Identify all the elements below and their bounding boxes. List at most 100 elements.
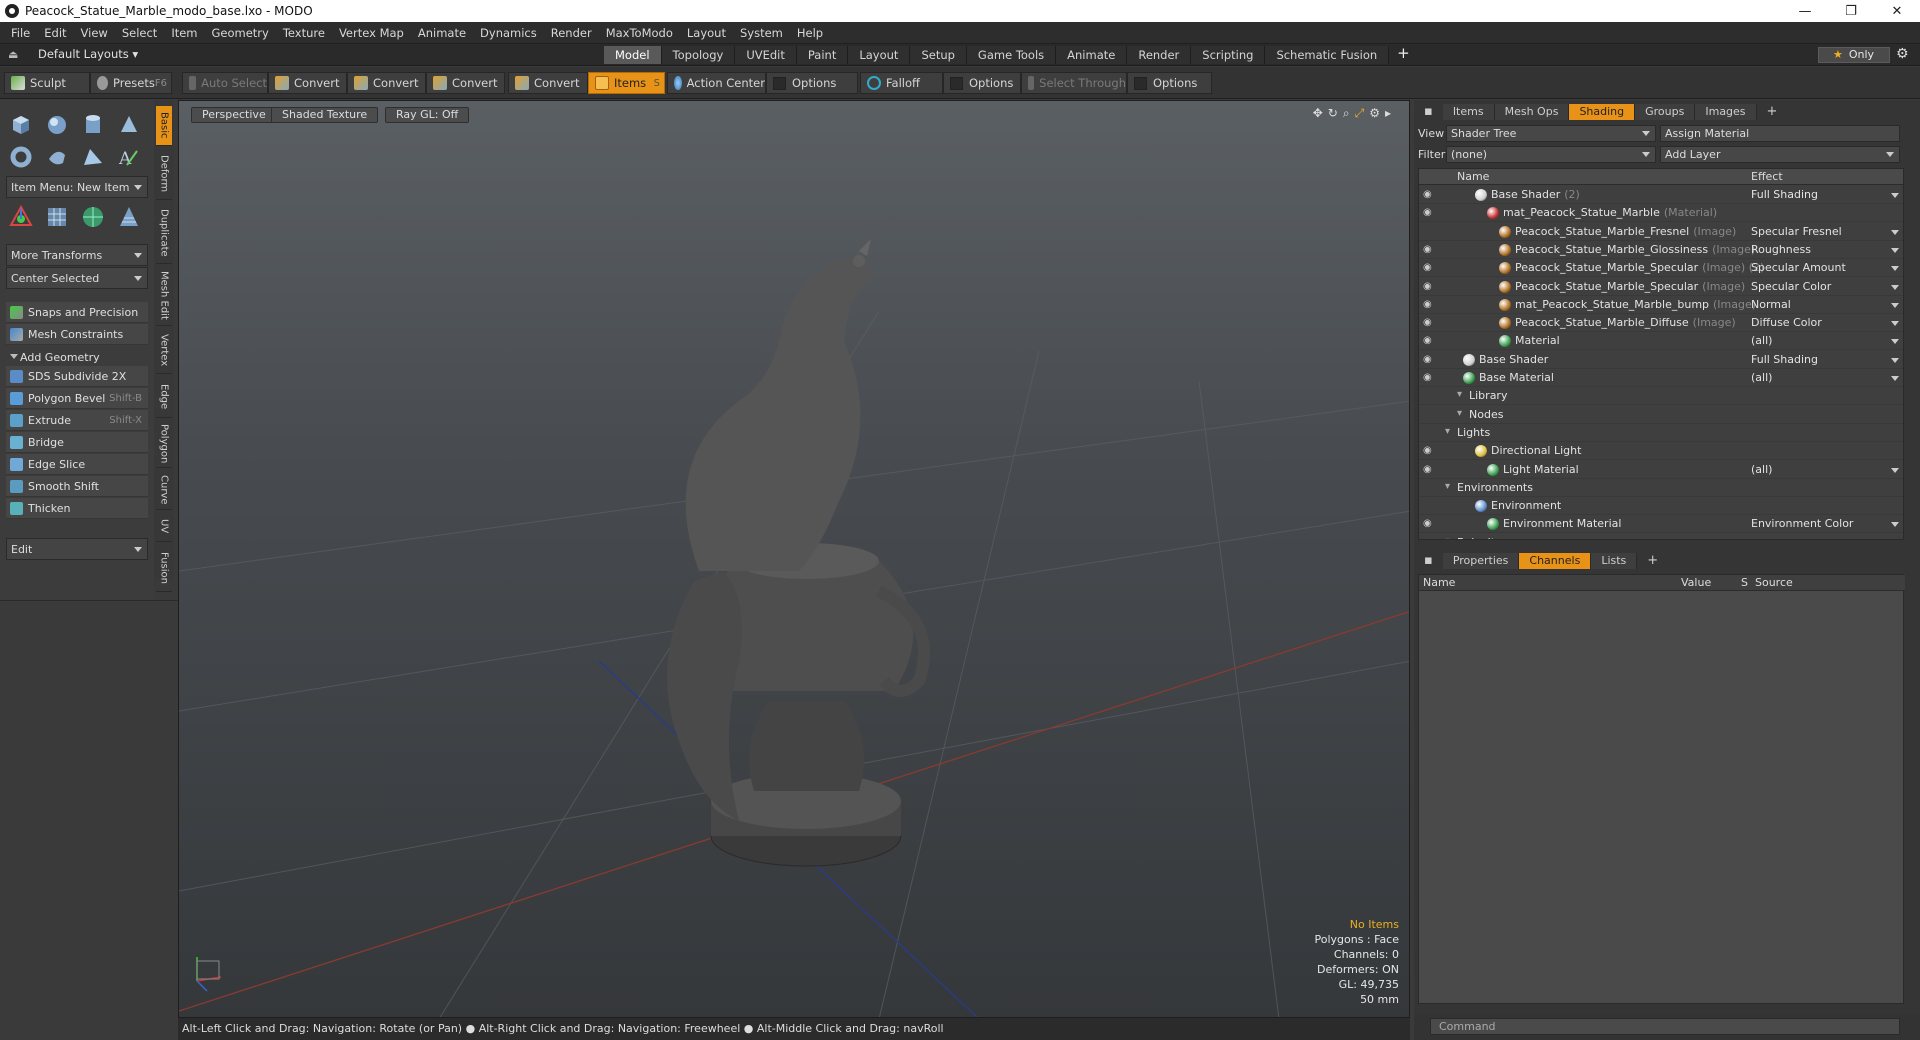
cone-grid-icon[interactable] xyxy=(114,202,144,232)
transform-icon[interactable] xyxy=(6,202,36,232)
chevron-down-icon[interactable] xyxy=(1891,302,1899,308)
menu-texture[interactable]: Texture xyxy=(276,26,332,40)
tab-model[interactable]: Model xyxy=(604,46,662,64)
convert-polygon-button[interactable]: Convert xyxy=(426,72,505,94)
action-center-options[interactable]: Options xyxy=(766,72,858,94)
expand-triangle-icon[interactable]: ▾ xyxy=(1457,408,1462,419)
menu-view[interactable]: View xyxy=(74,26,115,40)
zoom-icon[interactable]: ⌕ xyxy=(1343,106,1350,121)
edit-dropdown[interactable]: Edit xyxy=(6,538,148,560)
select-through-button[interactable]: Select Through xyxy=(1021,72,1127,94)
fit-icon[interactable]: ⤢ xyxy=(1355,106,1365,121)
vtab-fusion[interactable]: Fusion xyxy=(156,544,172,592)
tree-row[interactable]: ◉ Peacock_Statue_Marble_Glossiness (Image)… xyxy=(1419,241,1903,259)
tab-uvedit[interactable]: UVEdit xyxy=(735,46,797,64)
tab-lists[interactable]: Lists xyxy=(1591,553,1638,569)
shading-mode-button[interactable]: Shaded Texture xyxy=(271,107,379,123)
visibility-eye-icon[interactable]: ◉ xyxy=(1423,207,1437,218)
visibility-eye-icon[interactable]: ◉ xyxy=(1423,372,1437,383)
tree-item-effect[interactable]: Environment Color xyxy=(1751,517,1853,530)
tab-topology[interactable]: Topology xyxy=(661,46,736,64)
chevron-down-icon[interactable] xyxy=(1891,284,1899,290)
visibility-eye-icon[interactable]: ◉ xyxy=(1423,281,1437,292)
item-menu-dropdown[interactable]: Item Menu: New Item xyxy=(6,176,148,198)
tree-row[interactable]: ▾ Environments xyxy=(1419,479,1903,497)
tree-row[interactable]: ▾ Lights xyxy=(1419,424,1903,442)
more-transforms-dropdown[interactable]: More Transforms xyxy=(6,244,148,266)
menu-system[interactable]: System xyxy=(733,26,790,40)
default-layouts-dropdown[interactable]: Default Layouts ▾ xyxy=(38,47,138,61)
vtab-vertex[interactable]: Vertex xyxy=(156,328,172,374)
menu-animate[interactable]: Animate xyxy=(411,26,473,40)
tab-render[interactable]: Render xyxy=(1127,46,1192,64)
tab-images[interactable]: Images xyxy=(1695,104,1757,120)
only-toggle[interactable]: ★ Only xyxy=(1818,47,1890,63)
tree-item-effect[interactable]: Normal xyxy=(1751,298,1791,311)
effect-column-header[interactable]: Effect xyxy=(1751,170,1783,183)
cube-icon[interactable] xyxy=(6,110,36,140)
panel-menu-icon[interactable]: ▪ xyxy=(1414,553,1443,569)
menu-render[interactable]: Render xyxy=(544,26,599,40)
minimize-button[interactable]: — xyxy=(1782,0,1828,22)
tree-item-effect[interactable]: Full Shading xyxy=(1751,353,1818,366)
name-column-header[interactable]: Name xyxy=(1457,170,1489,183)
layout-home-icon[interactable]: ⏏ xyxy=(8,48,22,62)
select-through-options[interactable]: Options xyxy=(1127,72,1212,94)
tab-schematic-fusion[interactable]: Schematic Fusion xyxy=(1265,46,1390,64)
globe-icon[interactable] xyxy=(78,202,108,232)
visibility-eye-icon[interactable]: ◉ xyxy=(1423,464,1437,475)
add-layout-tab-button[interactable]: + xyxy=(1389,46,1418,64)
vtab-mesh-edit[interactable]: Mesh Edit xyxy=(156,266,172,326)
add-geometry-section[interactable]: Add Geometry xyxy=(6,348,148,366)
filter-dropdown[interactable]: (none) xyxy=(1446,146,1656,163)
channels-col-value[interactable]: Value xyxy=(1681,576,1711,589)
tree-row[interactable]: ◉ Material (all) xyxy=(1419,332,1903,351)
tree-item-effect[interactable]: (all) xyxy=(1751,371,1772,384)
text-icon[interactable]: A xyxy=(114,142,144,172)
items-mode-button[interactable]: Items S xyxy=(588,72,665,94)
tab-game-tools[interactable]: Game Tools xyxy=(966,46,1057,64)
uv-grid-icon[interactable] xyxy=(42,202,72,232)
rotate-icon[interactable]: ↻ xyxy=(1328,106,1338,121)
tree-row[interactable]: ◉ Peacock_Statue_Marble_Specular (Image) Sp… xyxy=(1419,278,1903,296)
visibility-eye-icon[interactable]: ◉ xyxy=(1423,189,1437,200)
tree-item-effect[interactable]: Diffuse Color xyxy=(1751,316,1822,329)
menu-vertex-map[interactable]: Vertex Map xyxy=(332,26,411,40)
viewport-settings-icon[interactable]: ⚙ xyxy=(1369,106,1380,121)
tree-item-effect[interactable]: Specular Fresnel xyxy=(1751,225,1842,238)
chevron-down-icon[interactable] xyxy=(1891,247,1899,253)
pen-icon[interactable] xyxy=(78,142,108,172)
cylinder-icon[interactable] xyxy=(78,110,108,140)
tree-row[interactable]: ▾ Bake Items xyxy=(1419,534,1903,539)
tree-row[interactable]: ▾ Library xyxy=(1419,387,1903,406)
tab-paint[interactable]: Paint xyxy=(796,46,849,64)
tree-row[interactable]: ◉ mat_Peacock_Statue_Marble (Material) xyxy=(1419,204,1903,223)
visibility-eye-icon[interactable]: ◉ xyxy=(1423,445,1437,456)
gear-icon[interactable]: ⚙ xyxy=(1896,46,1909,62)
capsule-icon[interactable] xyxy=(42,142,72,172)
tab-groups[interactable]: Groups xyxy=(1635,104,1696,120)
options-checkbox[interactable] xyxy=(1134,76,1147,90)
visibility-eye-icon[interactable]: ◉ xyxy=(1423,244,1437,255)
torus-icon[interactable] xyxy=(6,142,36,172)
panel-menu-icon[interactable]: ▪ xyxy=(1414,104,1443,120)
tree-item-effect[interactable]: Specular Amount xyxy=(1751,261,1846,274)
menu-select[interactable]: Select xyxy=(115,26,164,40)
tool-polygon-bevel[interactable]: Polygon Bevel Shift-B xyxy=(6,388,148,409)
visibility-eye-icon[interactable]: ◉ xyxy=(1423,518,1437,529)
expand-arrow-icon[interactable]: ▸ xyxy=(1385,106,1391,121)
vtab-polygon[interactable]: Polygon xyxy=(156,420,172,468)
tree-row[interactable]: ◉ Base Shader Full Shading xyxy=(1419,351,1903,369)
falloff-button[interactable]: Falloff xyxy=(860,72,943,94)
chevron-down-icon[interactable] xyxy=(1891,321,1899,327)
chevron-down-icon[interactable] xyxy=(1891,266,1899,272)
channels-col-source[interactable]: Source xyxy=(1755,576,1793,589)
tab-properties[interactable]: Properties xyxy=(1442,553,1520,569)
auto-select-button[interactable]: Auto Select xyxy=(182,72,268,94)
add-layer-dropdown[interactable]: Add Layer xyxy=(1660,146,1900,163)
ray-gl-button[interactable]: Ray GL: Off xyxy=(385,107,470,123)
perspective-view-button[interactable]: Perspective xyxy=(191,107,277,123)
pan-icon[interactable]: ✥ xyxy=(1313,106,1323,121)
vtab-basic[interactable]: Basic xyxy=(156,106,172,146)
chevron-down-icon[interactable] xyxy=(1891,193,1899,198)
